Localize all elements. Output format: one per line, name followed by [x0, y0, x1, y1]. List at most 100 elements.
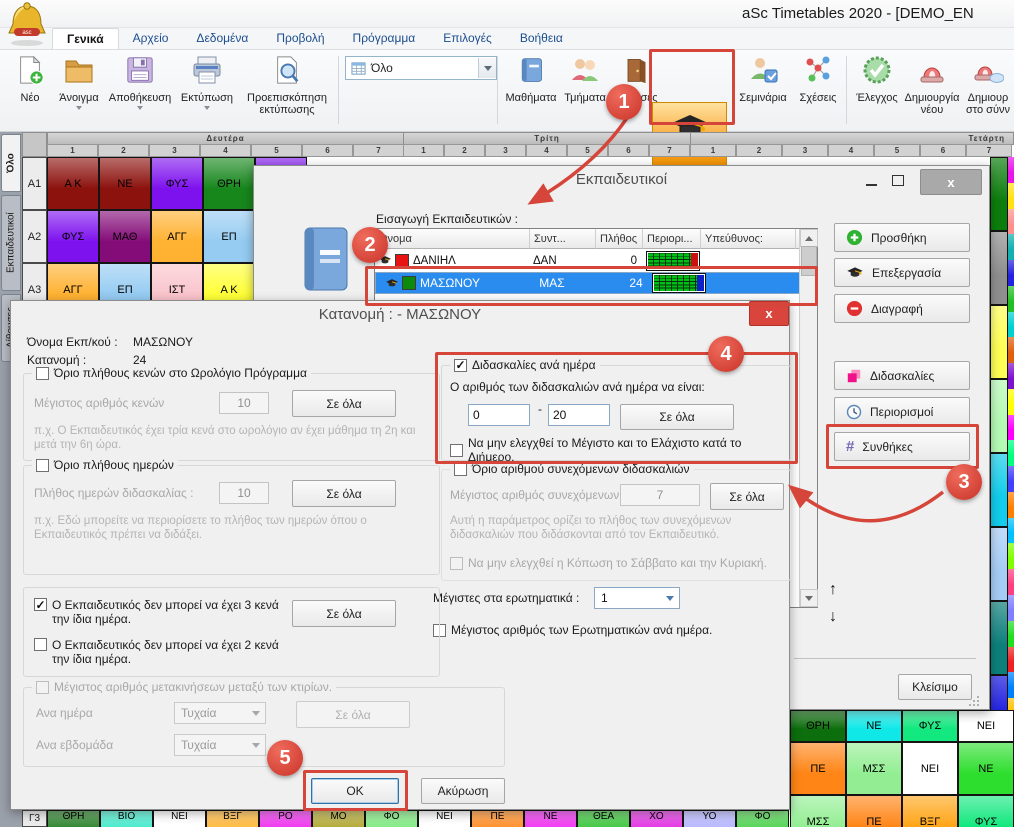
lesson-cell[interactable]: ΝΕΙ — [902, 742, 958, 795]
lesson-cell[interactable]: ΘΡΗ — [203, 157, 255, 210]
days-apply-all-button[interactable]: Σε όλα — [292, 480, 396, 507]
column-header-count[interactable]: Πλήθος — [596, 229, 643, 249]
consecutive-limit-checkbox[interactable] — [454, 463, 467, 476]
lesson-cell[interactable] — [990, 453, 1008, 527]
lesson-cell[interactable] — [990, 231, 1008, 305]
seminars-button[interactable]: Σεμινάρια — [734, 54, 792, 104]
teaching-days-input[interactable] — [219, 482, 269, 504]
lesson-cell[interactable]: ΧΟ — [630, 810, 683, 827]
per-day-min-input[interactable] — [468, 404, 530, 426]
column-header-short[interactable]: Συντ... — [530, 229, 596, 249]
lesson-cell[interactable]: ΦΥΣ — [47, 210, 99, 263]
days-limit-checkbox[interactable] — [36, 459, 49, 472]
max-question-select[interactable]: 1 — [594, 587, 680, 609]
lesson-cell[interactable]: ΝΕ — [958, 742, 1014, 795]
subjects-button[interactable]: Μαθήματα — [503, 54, 559, 104]
lesson-cell[interactable]: ΦΥΣ — [151, 157, 203, 210]
close-button[interactable]: x — [920, 169, 982, 195]
relations-button[interactable]: Σχέσεις — [794, 54, 842, 104]
time-limits-button[interactable]: Περιορισμοί — [834, 397, 970, 426]
lesson-cell[interactable]: ΜΣΣ — [846, 742, 902, 795]
print-preview-button[interactable]: Προεπισκόπηση εκτύπωσης — [240, 54, 334, 116]
menu-tab-help[interactable]: Βοήθεια — [506, 28, 577, 49]
teacher-row-masonou[interactable]: ΜΑΣΩΝΟΥ ΜΑΣ 24 — [375, 272, 802, 294]
per-day-max-input[interactable] — [548, 404, 610, 426]
lesson-cell[interactable]: ΕΠ — [203, 210, 255, 263]
move-up-button[interactable]: ↑ — [829, 581, 837, 599]
lesson-cell[interactable]: ΝΕΙ — [153, 810, 206, 827]
consecutive-apply-all-button[interactable]: Σε όλα — [710, 483, 784, 510]
gaps3-apply-all-button[interactable]: Σε όλα — [292, 600, 396, 627]
minimize-icon[interactable] — [866, 184, 877, 186]
lesson-cell[interactable]: ΦΥΣ — [958, 795, 1014, 827]
menu-tab-data[interactable]: Δεδομένα — [182, 28, 262, 49]
conditions-button[interactable]: # Συνθήκες — [834, 432, 970, 461]
lesson-cell[interactable]: ΜΟ — [312, 810, 365, 827]
scroll-up-button[interactable] — [800, 229, 818, 247]
lesson-cell[interactable]: ΘΡΗ — [47, 810, 100, 827]
lessons-per-day-checkbox[interactable]: ✓ — [454, 359, 467, 372]
print-button[interactable]: Εκτύπωση — [176, 54, 238, 110]
check-button[interactable]: Έλεγχος — [851, 54, 903, 104]
lesson-cell[interactable]: ΝΕΙ — [418, 810, 471, 827]
lesson-cell[interactable]: ΝΕΙ — [958, 710, 1014, 742]
open-button[interactable]: Άνοιγμα — [52, 54, 106, 110]
menu-tab-file[interactable]: Αρχείο — [119, 28, 183, 49]
delete-button[interactable]: Διαγραφή — [834, 294, 970, 323]
per-week-select[interactable]: Τυχαία — [174, 734, 266, 756]
move-down-button[interactable]: ↓ — [829, 608, 837, 626]
max-consecutive-input[interactable] — [620, 484, 700, 506]
view-selector-dropdown-button[interactable] — [478, 58, 496, 78]
close-button[interactable]: x — [749, 301, 789, 326]
no-3-gaps-checkbox[interactable]: ✓ — [34, 598, 47, 611]
lesson-cell[interactable]: ΒΞΓ — [902, 795, 958, 827]
lesson-cell[interactable] — [990, 379, 1008, 453]
gaps-limit-checkbox[interactable] — [36, 367, 49, 380]
teacher-row-daniil[interactable]: ΔΑΝΙΗΛ ΔΑΝ 0 — [375, 249, 802, 272]
cancel-button[interactable]: Ακύρωση — [421, 778, 505, 804]
lesson-cell[interactable]: ΥΟ — [683, 810, 736, 827]
open-dropdown-icon[interactable] — [76, 106, 82, 110]
lesson-cell[interactable]: ΝΕ — [846, 710, 902, 742]
scrollbar-thumb[interactable] — [801, 246, 817, 276]
lesson-cell[interactable]: ΠΕ — [790, 742, 846, 795]
menu-tab-view[interactable]: Προβολή — [262, 28, 338, 49]
lesson-cell[interactable]: ΦΟ — [736, 810, 789, 827]
view-tab-teachers[interactable]: Εκπαιδευτικοί — [1, 195, 21, 291]
resize-grip[interactable] — [968, 694, 980, 712]
lesson-cell[interactable]: ΝΕ — [99, 157, 151, 210]
lesson-cell[interactable]: ΑΓΓ — [151, 210, 203, 263]
max-gaps-input[interactable] — [219, 392, 269, 414]
lesson-cell[interactable]: ΘΕΑ — [577, 810, 630, 827]
lesson-cell[interactable] — [990, 601, 1008, 675]
maximize-icon[interactable] — [892, 175, 904, 186]
ok-button[interactable]: OK — [311, 778, 399, 804]
ignore-double-period-checkbox[interactable] — [450, 444, 463, 457]
scroll-down-button[interactable] — [800, 589, 818, 607]
save-button[interactable]: Αποθήκευση — [106, 54, 174, 110]
menu-tab-general[interactable]: Γενικά — [52, 28, 119, 49]
view-selector[interactable]: Όλο — [345, 56, 497, 80]
generate-new-button[interactable]: Δημιουργία νέου — [904, 54, 960, 116]
lesson-cell[interactable]: ΡΟ — [259, 810, 312, 827]
generate-cloud-button[interactable]: Δημιουρ στο σύνν — [961, 54, 1014, 116]
gaps-apply-all-button[interactable]: Σε όλα — [292, 390, 396, 417]
edit-button[interactable]: Επεξεργασία — [834, 258, 970, 287]
classes-button[interactable]: Τμήματα — [560, 54, 610, 104]
buildings-apply-all-button[interactable]: Σε όλα — [296, 701, 410, 728]
lesson-cell[interactable]: ΘΡΗ — [790, 710, 846, 742]
lesson-cell[interactable]: ΠΕ — [846, 795, 902, 827]
new-button[interactable]: Νέο — [10, 54, 50, 104]
lesson-cell[interactable]: Α Κ — [47, 157, 99, 210]
lesson-cell[interactable] — [990, 305, 1008, 379]
lesson-cell[interactable] — [990, 527, 1008, 601]
lesson-cell[interactable]: ΒΞΓ — [206, 810, 259, 827]
menu-tab-schedule[interactable]: Πρόγραμμα — [339, 28, 430, 49]
lesson-cell[interactable]: ΦΥΣ — [902, 710, 958, 742]
lesson-cell[interactable]: ΝΕ — [524, 810, 577, 827]
lesson-cell[interactable]: ΒΙΟ — [100, 810, 153, 827]
lesson-cell[interactable]: ΜΣΣ — [790, 795, 846, 827]
per-day-select[interactable]: Τυχαία — [174, 702, 266, 724]
column-header-name[interactable]: Όνομα — [375, 229, 530, 249]
no-2-gaps-checkbox[interactable] — [34, 638, 47, 651]
